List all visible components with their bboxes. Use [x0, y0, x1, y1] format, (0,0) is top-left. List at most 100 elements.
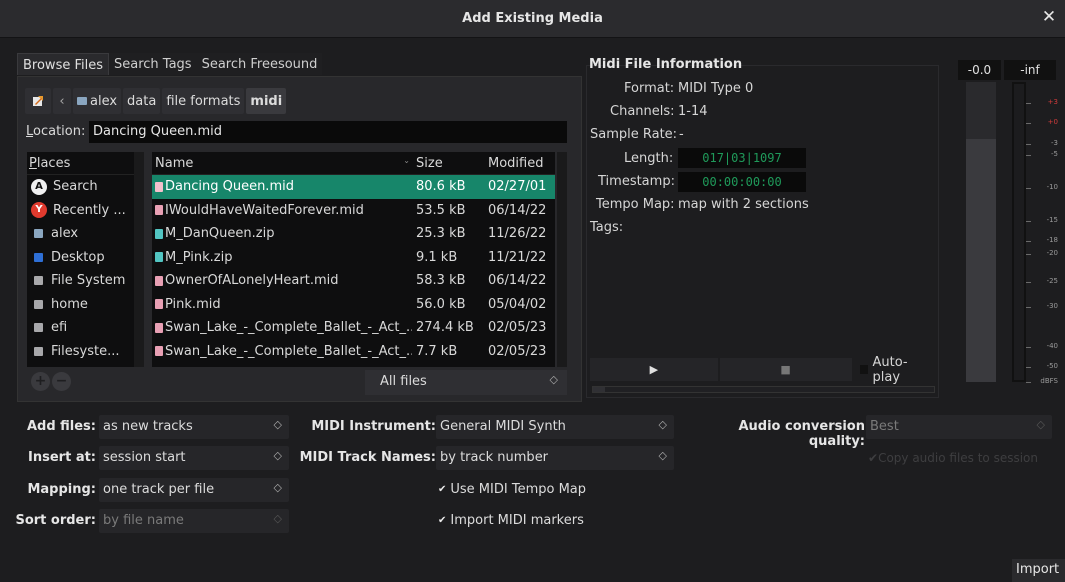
insert-at-value: session start	[103, 450, 186, 465]
midi-file-icon	[155, 181, 163, 192]
import-midi-markers-label: Import MIDI markers	[450, 513, 584, 528]
chevron-updown-icon: ◇	[273, 481, 282, 494]
zip-file-icon	[155, 228, 163, 239]
meter-scale-label: +3	[1047, 98, 1058, 106]
midi-file-icon	[155, 322, 163, 333]
meter-scale-label: -10	[1046, 183, 1058, 191]
file-row[interactable]: Dancing Queen.mid 80.6 kB 02/27/01	[152, 175, 555, 199]
seek-handle[interactable]	[593, 387, 605, 392]
column-size[interactable]: Size	[412, 156, 482, 171]
play-button[interactable]: ▶	[590, 358, 718, 381]
audio-conversion-quality-label: Audio conversion quality:	[738, 419, 865, 449]
path-segment-file-formats[interactable]: file formats	[162, 88, 245, 114]
tab-search-tags[interactable]: Search Tags	[109, 53, 197, 75]
insert-at-label: Insert at:	[28, 450, 96, 465]
location-input[interactable]: Dancing Queen.mid	[89, 121, 567, 143]
insert-at-dropdown[interactable]: session start ◇	[99, 446, 289, 470]
file-modified: 11/21/22	[488, 249, 547, 265]
checkmark-icon: ✔	[868, 451, 879, 465]
location-label-text: ocation:	[33, 124, 86, 139]
file-modified: 02/05/23	[488, 320, 547, 336]
peak-display-left[interactable]: -0.0	[958, 60, 1001, 80]
place-desktop[interactable]: Desktop	[27, 246, 144, 270]
place-home[interactable]: home	[27, 293, 144, 317]
path-segment-midi[interactable]: midi	[246, 88, 287, 114]
place-filesystem[interactable]: Filesyste...	[27, 340, 144, 364]
location-label: Location:	[26, 124, 85, 139]
path-segment-alex[interactable]: alex	[73, 88, 122, 114]
copy-files-to-session-label: Copy audio files to session	[878, 451, 1039, 465]
file-modified: 11/26/22	[488, 226, 547, 242]
close-icon[interactable]: ✕	[1039, 7, 1059, 29]
file-name: M_DanQueen.zip	[165, 226, 275, 242]
file-row[interactable]: Pink.mid 56.0 kB 05/04/02	[152, 293, 555, 317]
edit-location-button[interactable]	[25, 88, 51, 114]
meter-tick	[1026, 188, 1031, 189]
places-scrollbar[interactable]	[134, 152, 144, 367]
file-row[interactable]: IWouldHaveWaitedForever.mid 53.5 kB 06/1…	[152, 199, 555, 223]
location-label-mnemonic: L	[26, 124, 34, 139]
place-file-system[interactable]: File System	[27, 269, 144, 293]
path-bar: ‹ alex data file formats midi	[25, 88, 287, 114]
add-place-button[interactable]: +	[31, 372, 50, 391]
place-search[interactable]: A Search	[27, 175, 144, 199]
stop-icon: ■	[780, 363, 791, 376]
format-label: Format:	[624, 81, 675, 96]
import-button[interactable]: Import	[1012, 559, 1065, 582]
file-list: Name ⌄ Size Modified Dancing Queen.mid 80…	[152, 152, 555, 367]
file-name: Swan_Lake_-_Complete_Ballet_-_Act_...	[165, 343, 412, 359]
place-label: efi	[51, 320, 68, 336]
file-list-scrollbar[interactable]	[557, 152, 567, 367]
file-name: Swan_Lake_-_Complete_Ballet_-_Act_...	[165, 320, 412, 336]
mapping-dropdown[interactable]: one track per file ◇	[99, 478, 289, 502]
audio-conversion-quality-dropdown[interactable]: Best ◇	[866, 415, 1052, 439]
sort-order-dropdown[interactable]: by file name ◇	[99, 509, 289, 533]
file-row[interactable]: Swan_Lake_-_Complete_Ballet_-_Act_... 27…	[152, 316, 555, 340]
file-row[interactable]: Swan_Lake_-_Complete_Ballet_-_Act_... 7.…	[152, 340, 555, 364]
add-files-dropdown[interactable]: as new tracks ◇	[99, 415, 289, 439]
midi-track-names-dropdown[interactable]: by track number ◇	[436, 446, 674, 470]
meter-scale-label: -40	[1046, 342, 1058, 350]
tab-browse-files[interactable]: Browse Files	[17, 53, 109, 75]
file-list-header: Name ⌄ Size Modified	[152, 152, 555, 175]
copy-files-to-session-checkbox[interactable]: ✔Copy audio files to session	[868, 451, 1038, 465]
checkmark-icon: ✔	[438, 484, 447, 495]
file-row[interactable]: M_DanQueen.zip 25.3 kB 11/26/22	[152, 222, 555, 246]
tempo-map-value: map with 2 sections	[678, 197, 809, 212]
file-filter-dropdown[interactable]: All files ◇	[365, 370, 567, 395]
path-back-button[interactable]: ‹	[53, 88, 71, 114]
place-recently-used[interactable]: Y Recently ...	[27, 199, 144, 223]
file-name: Pink.mid	[165, 296, 221, 312]
sort-order-value: by file name	[103, 513, 184, 528]
preview-seek-slider[interactable]	[592, 386, 935, 393]
midi-instrument-dropdown[interactable]: General MIDI Synth ◇	[436, 415, 674, 439]
file-row[interactable]: M_Pink.zip 9.1 kB 11/21/22	[152, 246, 555, 270]
place-label: alex	[51, 226, 79, 242]
file-name: IWouldHaveWaitedForever.mid	[165, 202, 364, 218]
midi-file-icon	[155, 205, 163, 216]
path-segment-data[interactable]: data	[123, 88, 161, 114]
chevron-updown-icon: ◇	[1036, 418, 1045, 431]
column-modified[interactable]: Modified	[482, 156, 555, 171]
use-midi-tempo-map-checkbox[interactable]: ✔ Use MIDI Tempo Map	[438, 482, 586, 497]
checkbox-icon	[859, 365, 869, 374]
file-modified: 06/14/22	[488, 273, 547, 289]
places-header[interactable]: Places	[27, 152, 144, 175]
file-size: 58.3 kB	[416, 273, 466, 289]
peak-display-right[interactable]: -inf	[1004, 60, 1056, 80]
gain-fader-fill[interactable]	[966, 139, 996, 382]
places-header-text: laces	[36, 156, 71, 171]
places-header-mnemonic: P	[29, 156, 37, 171]
place-alex[interactable]: alex	[27, 222, 144, 246]
place-label: Search	[53, 179, 98, 195]
file-size: 80.6 kB	[416, 179, 466, 195]
stop-button[interactable]: ■	[719, 358, 852, 381]
place-efi[interactable]: efi	[27, 316, 144, 340]
file-row[interactable]: OwnerOfALonelyHeart.mid 58.3 kB 06/14/22	[152, 269, 555, 293]
tab-search-freesound[interactable]: Search Freesound	[196, 53, 323, 75]
autoplay-checkbox[interactable]: Auto-play	[854, 355, 936, 385]
import-midi-markers-checkbox[interactable]: ✔ Import MIDI markers	[438, 513, 584, 528]
column-name[interactable]: Name ⌄	[152, 156, 412, 171]
remove-place-button[interactable]: −	[52, 372, 71, 391]
recent-icon: Y	[31, 202, 47, 219]
